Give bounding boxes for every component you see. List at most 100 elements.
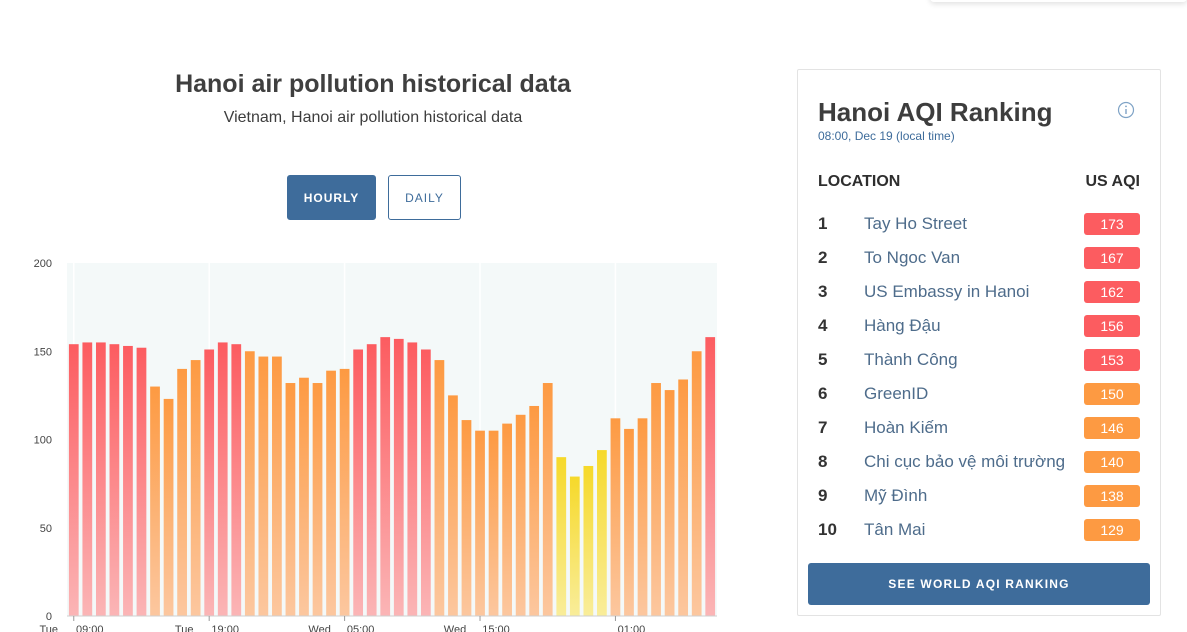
ranking-row[interactable]: 9 Mỹ Đình 138 [798,478,1160,512]
x-tick-time: 01:00 [618,624,646,632]
ranking-number: 8 [818,452,828,471]
aqi-badge: 162 [1084,281,1140,303]
ranking-location-link[interactable]: Tân Mai [864,520,925,540]
ranking-row[interactable]: 10 Tân Mai 129 [798,512,1160,546]
aqi-bar [583,465,594,616]
aqi-bar [664,390,675,616]
x-tick-label: 01:00 [618,624,646,632]
ranking-row[interactable]: 4 Hàng Đậu 156 [798,308,1160,342]
see-world-ranking-button[interactable]: SEE WORLD AQI RANKING [808,563,1150,605]
aqi-badge: 173 [1084,213,1140,235]
x-tick-day: Tue [175,624,194,632]
ranking-time: 08:00, Dec 19 (local time) [818,129,955,143]
aqi-bar [420,349,431,616]
info-circle-icon[interactable] [1117,101,1135,119]
ranking-row[interactable]: 7 Hoàn Kiếm 146 [798,410,1160,444]
aqi-bar [678,379,689,616]
aqi-bar [597,450,607,616]
x-tick-time: 15:00 [482,624,510,632]
aqi-bar [569,476,580,616]
x-tick-time: 05:00 [347,624,375,632]
aqi-bar [502,423,512,616]
ranking-row[interactable]: 2 To Ngoc Van 167 [798,240,1160,274]
y-tick-label: 100 [34,435,52,447]
page-title: Hanoi air pollution historical data [175,70,571,98]
aqi-bar [542,383,553,616]
ranking-panel: Hanoi AQI Ranking 08:00, Dec 19 (local t… [797,69,1161,616]
location-column-header: LOCATION [818,173,901,190]
aqi-bar [475,430,485,616]
x-tick-time: 19:00 [211,624,239,632]
aqi-badge: 150 [1084,383,1140,405]
hourly-button[interactable]: HOURLY [287,175,376,220]
x-tick-day: Wed [444,624,466,632]
aqi-bar [488,430,499,616]
aqi-bar [95,342,106,616]
aqi-bar [380,337,391,616]
ranking-number: 3 [818,282,828,301]
ranking-location-link[interactable]: Hoàn Kiếm [864,418,948,438]
aqi-bar [244,351,255,616]
ranking-location-link[interactable]: Chi cục bảo vệ môi trường [864,452,1065,472]
ranking-location-link[interactable]: GreenID [864,384,928,404]
ranking-location-link[interactable]: Hàng Đậu [864,316,941,336]
ranking-row[interactable]: 8 Chi cục bảo vệ môi trường 140 [798,444,1160,478]
page-subtitle: Vietnam, Hanoi air pollution historical … [223,109,523,126]
y-tick-label: 200 [34,258,52,270]
ranking-row[interactable]: 6 GreenID 150 [798,376,1160,410]
aqi-bar [637,418,648,616]
aqi-bar [515,414,526,616]
aqi-bar [272,356,282,616]
aqi-badge: 146 [1084,417,1140,439]
aqi-bar [150,386,160,616]
ranking-location-link[interactable]: Mỹ Đình [864,486,927,506]
aqi-badge: 156 [1084,315,1140,337]
aqi-bar [217,342,228,616]
aqi-badge: 167 [1084,247,1140,269]
aqi-bar [258,356,269,616]
aqi-history-chart: 0 50 100 150 200 Tue 09:00 Tue 19:00 Wed 05:00 Wed 1… [34,258,717,632]
aqi-column-header: US AQI [1085,173,1140,190]
x-tick-label: Wed 05:00 [308,624,374,632]
ranking-number: 9 [818,486,828,505]
aqi-bar [312,383,323,616]
aqi-bar [123,345,133,616]
ranking-row[interactable]: 3 US Embassy in Hanoi 162 [798,274,1160,308]
aqi-bar [407,342,418,616]
aqi-bar [461,420,472,616]
ranking-location-link[interactable]: US Embassy in Hanoi [864,282,1029,302]
ranking-number: 7 [818,418,828,437]
ranking-row[interactable]: 1 Tay Ho Street 173 [798,206,1160,240]
y-tick-label: 150 [34,346,52,358]
aqi-bar [691,351,702,616]
ranking-number: 1 [818,214,828,233]
ranking-number: 4 [818,316,828,335]
aqi-badge: 140 [1084,451,1140,473]
aqi-bar [624,428,634,616]
aqi-bar [339,368,350,616]
ranking-row[interactable]: 5 Thành Công 153 [798,342,1160,376]
aqi-badge: 153 [1084,349,1140,371]
ranking-location-link[interactable]: Thành Công [864,350,958,370]
aqi-bar [285,383,296,616]
aqi-bar [651,383,661,616]
aqi-bar [610,418,621,616]
x-tick-time: 09:00 [76,624,104,632]
ranking-list: 1 Tay Ho Street 173 2 To Ngoc Van 167 3 US Emba… [798,206,1160,546]
aqi-bar [163,398,174,616]
daily-button[interactable]: DAILY [388,175,461,220]
y-tick-label: 50 [40,523,52,535]
aqi-bar [529,405,540,616]
aqi-bar [177,368,187,616]
top-dropdown-shadow [930,0,1187,2]
x-tick-label: Tue 09:00 [39,624,103,632]
ranking-location-link[interactable]: Tay Ho Street [864,214,967,234]
history-panel: Hanoi air pollution historical data Viet… [0,0,760,632]
aqi-bar [434,360,445,616]
y-tick-label: 0 [46,611,52,623]
x-tick-label: Tue 19:00 [175,624,239,632]
aqi-bar [299,377,309,616]
aqi-badge: 138 [1084,485,1140,507]
aqi-bar [68,344,79,616]
ranking-location-link[interactable]: To Ngoc Van [864,248,960,268]
